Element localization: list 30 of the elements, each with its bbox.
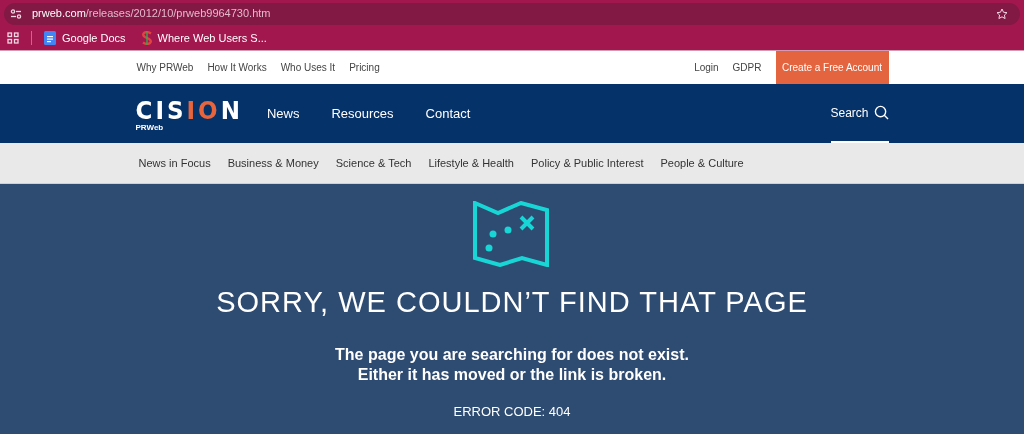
category-link[interactable]: Business & Money xyxy=(227,154,319,172)
document-icon xyxy=(44,31,56,45)
category-link[interactable]: Lifestyle & Health xyxy=(428,154,514,172)
top-nav-link[interactable]: GDPR xyxy=(732,60,762,75)
top-nav-link[interactable]: Why PRWeb xyxy=(136,60,194,75)
site-settings-icon[interactable] xyxy=(10,7,22,20)
url-text: prweb.com/releases/2012/10/prweb9964730.htm xyxy=(32,6,271,22)
top-nav-link[interactable]: Who Uses It xyxy=(280,60,336,75)
bookmark-link[interactable]: Google Docs xyxy=(62,29,126,47)
main-nav-link[interactable]: News xyxy=(266,103,300,124)
bookmark-link[interactable]: Where Web Users S... xyxy=(157,29,267,47)
error-title: SORRY, WE COULDN’T FIND THAT PAGE xyxy=(216,285,808,320)
category-link[interactable]: Policy & Public Interest xyxy=(531,154,644,172)
top-nav-link[interactable]: How It Works xyxy=(207,60,267,75)
search-icon xyxy=(873,105,889,120)
error-message: The page you are searching for does not exist. xyxy=(335,344,689,365)
star-icon[interactable] xyxy=(996,7,1008,20)
map-icon xyxy=(473,201,551,267)
cision-logo[interactable]: CIS IO N PRWeb xyxy=(135,95,243,132)
error-message: Either it has moved or the link is broken. xyxy=(357,364,667,385)
main-nav-link[interactable]: Resources xyxy=(331,103,394,124)
category-link[interactable]: People & Culture xyxy=(660,154,744,172)
error-code: ERROR CODE: 404 xyxy=(453,402,571,421)
category-link[interactable]: Science & Tech xyxy=(335,154,412,172)
apps-grid-icon[interactable] xyxy=(7,32,19,44)
top-nav-link[interactable]: Pricing xyxy=(349,60,380,75)
category-link[interactable]: News in Focus xyxy=(138,154,211,172)
top-nav-link[interactable]: Login xyxy=(694,60,719,75)
main-nav-link[interactable]: Contact xyxy=(425,103,471,124)
address-bar[interactable]: prweb.com/releases/2012/10/prweb9964730.htm xyxy=(4,2,1020,25)
